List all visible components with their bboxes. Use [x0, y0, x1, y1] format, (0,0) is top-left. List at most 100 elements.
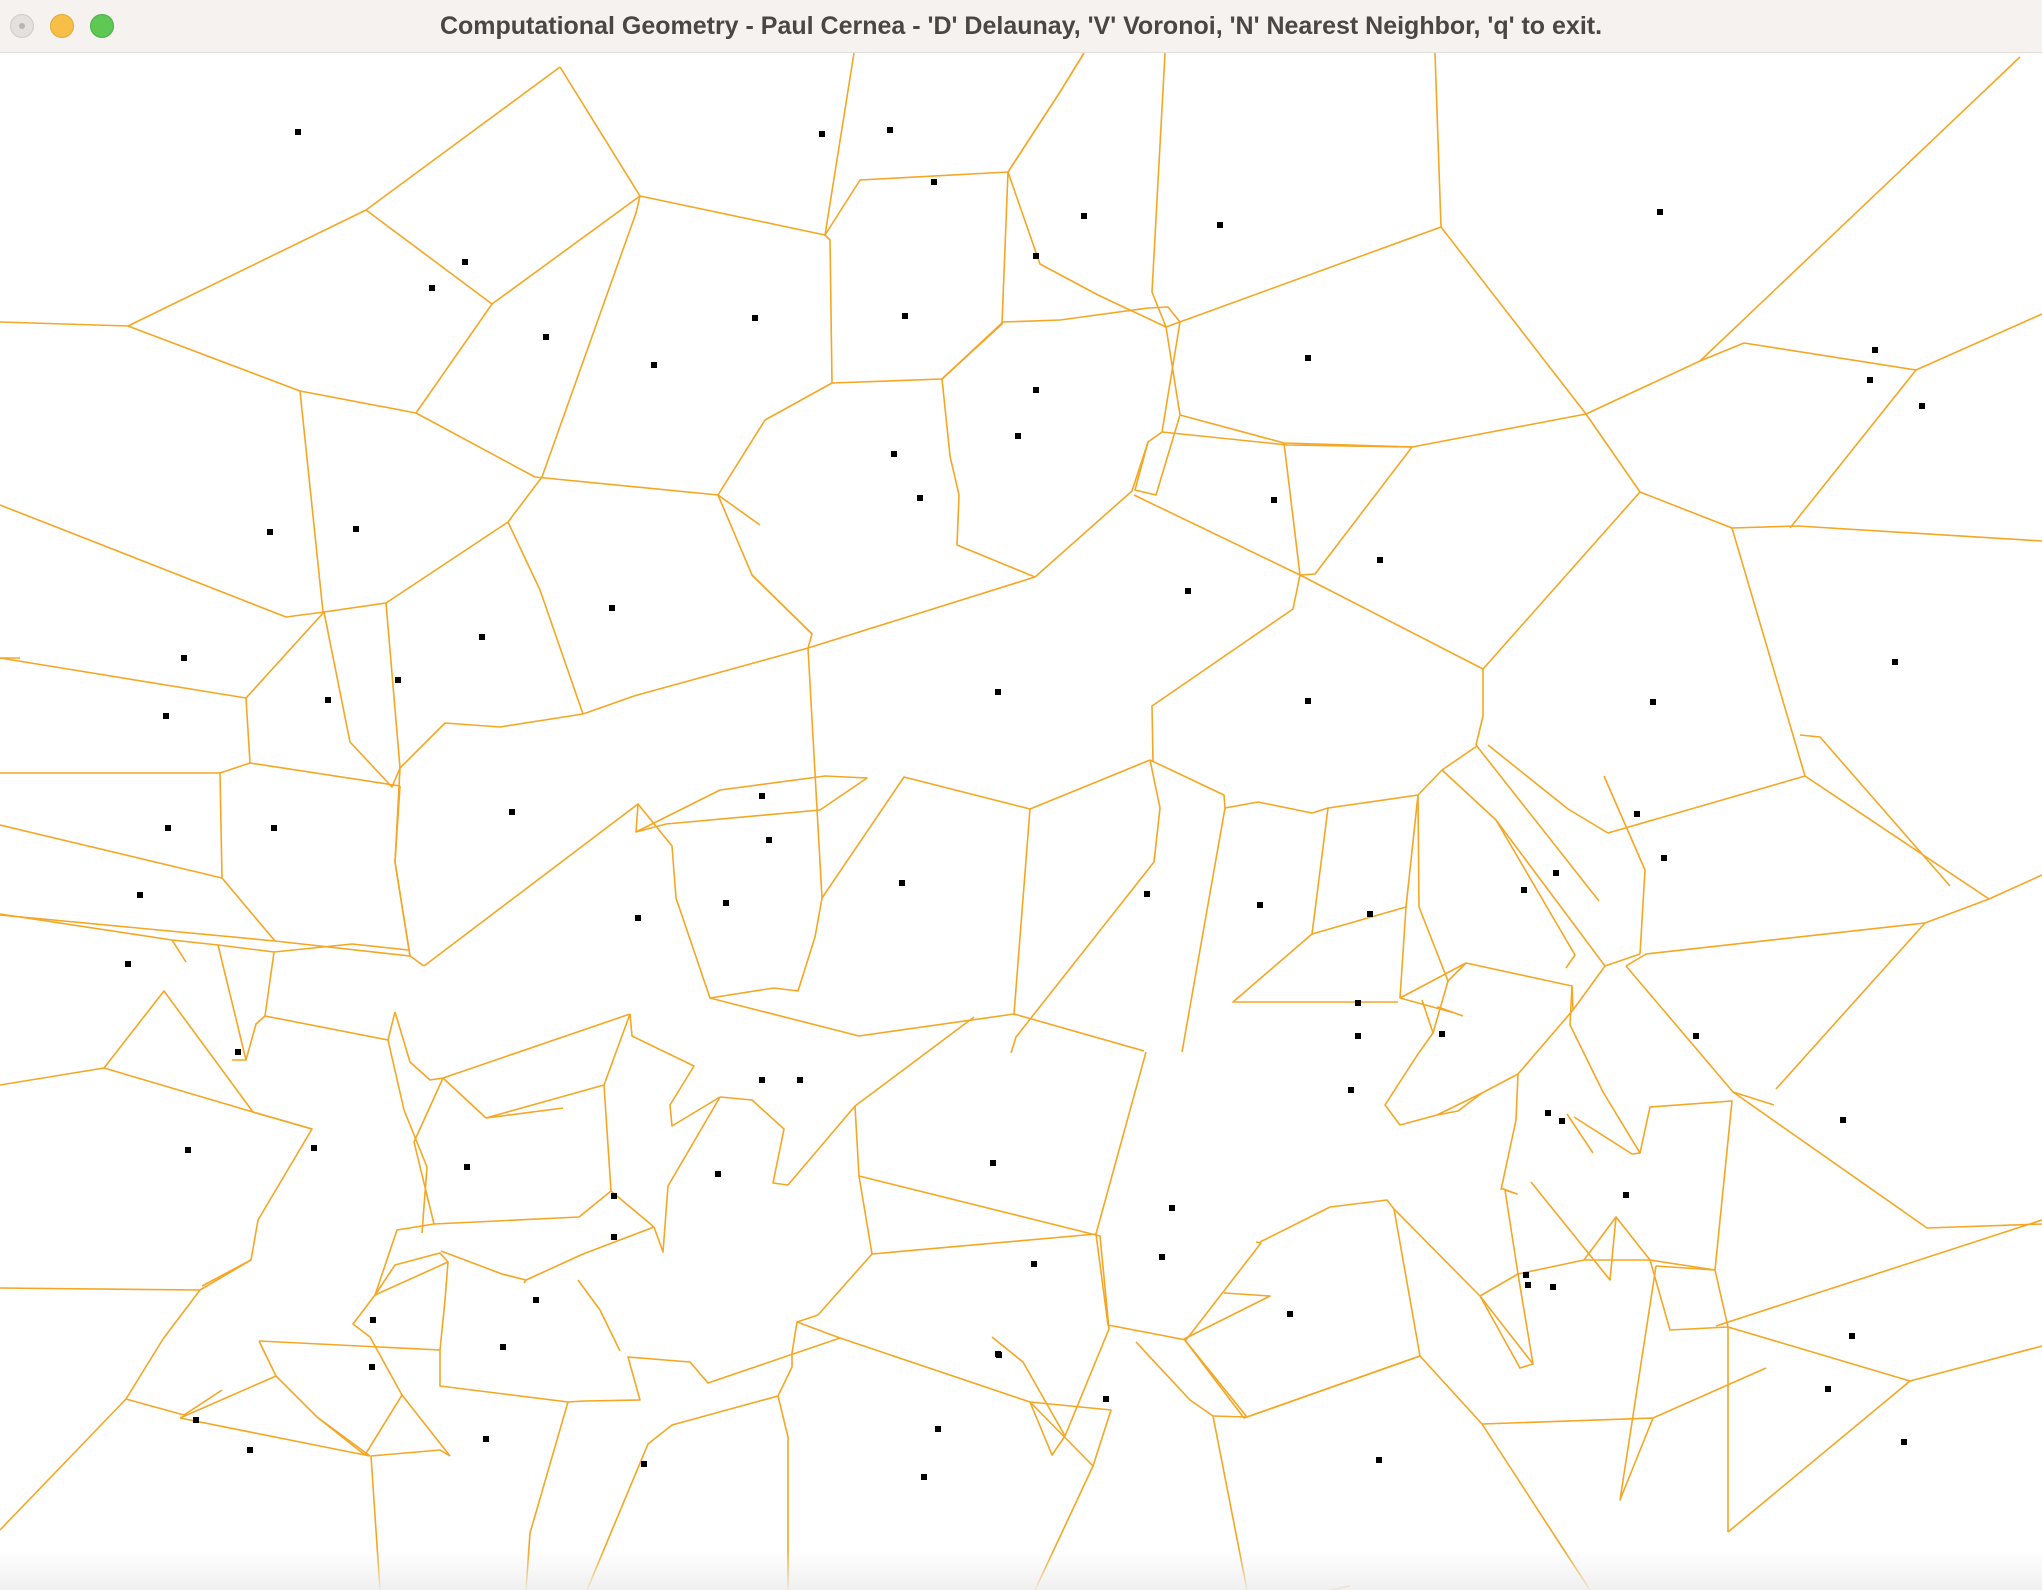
site-point [509, 809, 515, 815]
site-point [311, 1145, 317, 1151]
voronoi-edge [854, 1105, 1097, 1255]
voronoi-canvas[interactable] [0, 53, 2042, 1590]
site-point [500, 1344, 506, 1350]
voronoi-edge [586, 1395, 779, 1590]
voronoi-edge [629, 1013, 856, 1186]
voronoi-edge [0, 1287, 201, 1291]
voronoi-edge [252, 1111, 313, 1130]
site-point [797, 1077, 803, 1083]
site-point [235, 1049, 241, 1055]
voronoi-edge [1133, 414, 1413, 576]
voronoi-edge [171, 939, 187, 963]
voronoi-edge [1095, 1051, 1147, 1235]
voronoi-edge [364, 1394, 403, 1456]
voronoi-edge [1010, 759, 1161, 1054]
site-point [1840, 1117, 1846, 1123]
site-point [533, 1297, 539, 1303]
voronoi-edge [1440, 56, 2021, 415]
site-point [635, 915, 641, 921]
site-point [1348, 1087, 1354, 1093]
voronoi-edge [394, 1011, 631, 1081]
title-bar[interactable]: Computational Geometry - Paul Cernea - '… [0, 0, 2042, 53]
site-point [902, 313, 908, 319]
voronoi-edge [1384, 999, 1574, 1126]
voronoi-edge [1151, 574, 1301, 762]
site-point [1355, 1033, 1361, 1039]
site-point [369, 1364, 375, 1370]
site-point [891, 451, 897, 457]
voronoi-edge [777, 1253, 873, 1590]
site-point [395, 677, 401, 683]
voronoi-edge [394, 713, 584, 967]
voronoi-edge [751, 574, 813, 635]
site-point [611, 1234, 617, 1240]
site-point [1031, 1261, 1037, 1267]
voronoi-edge [1134, 326, 1181, 496]
voronoi-edge [1311, 807, 1464, 1017]
site-point [247, 1447, 253, 1453]
voronoi-edge [1029, 1401, 1094, 1467]
voronoi-edge [717, 234, 833, 496]
voronoi-edge [352, 1252, 569, 1457]
site-point [1523, 1272, 1529, 1278]
voronoi-edge [423, 775, 868, 967]
voronoi-edge [0, 914, 276, 942]
voronoi-edge [1029, 1401, 1066, 1456]
voronoi-diagram[interactable] [0, 53, 2042, 1590]
voronoi-edge [1585, 413, 2042, 542]
voronoi-edge [1299, 574, 1484, 746]
site-point [1825, 1386, 1831, 1392]
voronoi-edge [1095, 1233, 1262, 1341]
site-point [1377, 557, 1383, 563]
voronoi-edge [1479, 1295, 1534, 1369]
voronoi-edge [854, 1016, 975, 1107]
voronoi-edge [219, 772, 411, 957]
voronoi-edge [258, 1340, 371, 1457]
voronoi-edge [1419, 1355, 1591, 1590]
voronoi-edge [323, 476, 543, 613]
site-point [759, 793, 765, 799]
site-point [819, 131, 825, 137]
site-point [723, 900, 729, 906]
voronoi-edge [1699, 313, 2042, 371]
voronoi-edge [831, 321, 1004, 384]
voronoi-edge [1572, 965, 1606, 1011]
voronoi-edge [1329, 1585, 1351, 1590]
site-point [165, 825, 171, 831]
voronoi-edge [1329, 1199, 1519, 1297]
voronoi-edge [1566, 1113, 1594, 1154]
voronoi-edge [839, 1337, 1112, 1590]
site-point [125, 961, 131, 967]
voronoi-edge [821, 759, 1151, 899]
site-point [931, 179, 937, 185]
voronoi-edge [610, 1190, 655, 1228]
site-point [1355, 1000, 1361, 1006]
voronoi-edge [1603, 775, 1646, 955]
site-point [1257, 902, 1263, 908]
voronoi-edge [1500, 1187, 1617, 1275]
voronoi-edge [0, 66, 561, 327]
voronoi-edge [577, 1279, 621, 1352]
voronoi-edge [0, 762, 251, 774]
voronoi-edge [1212, 1415, 1248, 1418]
site-point [759, 1077, 765, 1083]
site-point [181, 655, 187, 661]
voronoi-edge [485, 1107, 564, 1119]
voronoi-edge [1799, 734, 1951, 887]
voronoi-edge [1988, 874, 2042, 900]
voronoi-edge [370, 1449, 451, 1590]
site-point [193, 1417, 199, 1423]
voronoi-edge [442, 1077, 487, 1119]
voronoi-edge [824, 53, 1085, 236]
voronoi-edge [440, 1226, 655, 1281]
site-point [295, 129, 301, 135]
voronoi-edge [807, 576, 1036, 649]
site-point [1169, 1205, 1175, 1211]
site-point [1545, 1110, 1551, 1116]
voronoi-edge [523, 1279, 527, 1284]
window-title: Computational Geometry - Paul Cernea - '… [439, 12, 1603, 40]
voronoi-edge [941, 171, 1009, 380]
voronoi-edge [103, 990, 254, 1113]
voronoi-edge [1417, 794, 1574, 1011]
voronoi-edge [387, 1039, 428, 1234]
